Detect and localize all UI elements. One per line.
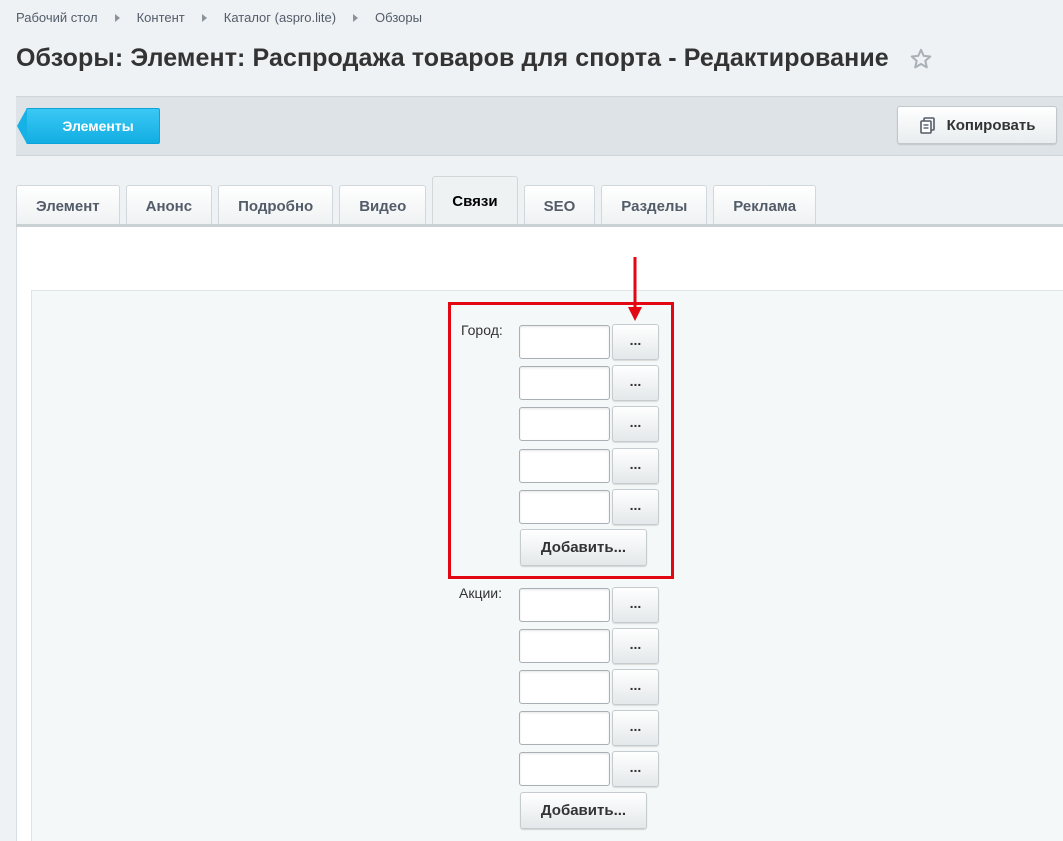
promotions-input-3[interactable] [519,670,610,704]
promotions-input-1[interactable] [519,588,610,622]
promotions-label: Акции: [459,585,503,601]
tab-video[interactable]: Видео [339,185,427,226]
promotions-pick-button-4[interactable]: ... [612,710,659,746]
promotions-row-3: ... [519,669,659,705]
highlight-box [448,302,674,579]
chevron-right-icon [201,13,207,22]
breadcrumb-item-desktop[interactable]: Рабочий стол [16,10,98,25]
back-to-elements-button[interactable]: Элементы [17,108,160,144]
breadcrumb-item-reviews[interactable]: Обзоры [375,10,422,25]
promotions-input-4[interactable] [519,711,610,745]
arrow-annotation [628,257,642,321]
tab-bar: Элемент Анонс Подробно Видео Связи SEO Р… [16,168,822,226]
copy-icon [919,117,935,134]
page-title: Обзоры: Элемент: Распродажа товаров для … [16,44,889,72]
copy-button-label: Копировать [946,116,1036,134]
tab-seo[interactable]: SEO [523,185,596,226]
title-row: Обзоры: Элемент: Распродажа товаров для … [16,44,933,73]
promotions-add-button[interactable]: Добавить... [520,792,647,829]
promotions-pick-button-2[interactable]: ... [612,628,659,664]
promotions-input-2[interactable] [519,629,610,663]
page: Рабочий стол Контент Каталог (aspro.lite… [0,0,1063,841]
star-icon[interactable] [909,47,933,71]
promotions-pick-button-5[interactable]: ... [612,751,659,787]
promotions-pick-button-3[interactable]: ... [612,669,659,705]
breadcrumb: Рабочий стол Контент Каталог (aspro.lite… [16,10,422,25]
breadcrumb-item-catalog[interactable]: Каталог (aspro.lite) [224,10,336,25]
tab-sections[interactable]: Разделы [601,185,708,226]
tab-advertising[interactable]: Реклама [713,185,817,226]
tab-announce[interactable]: Анонс [125,185,213,226]
promotions-row-5: ... [519,751,659,787]
tab-element[interactable]: Элемент [16,185,120,226]
promotions-row-2: ... [519,628,659,664]
breadcrumb-item-content[interactable]: Контент [137,10,185,25]
chevron-right-icon [353,13,359,22]
chevron-right-icon [114,13,120,22]
promotions-row-4: ... [519,710,659,746]
promotions-input-5[interactable] [519,752,610,786]
toolbar: Элементы Копировать [16,96,1063,156]
tab-details[interactable]: Подробно [218,185,334,226]
promotions-pick-button-1[interactable]: ... [612,587,659,623]
copy-button[interactable]: Копировать [897,106,1057,144]
tab-links[interactable]: Связи [432,176,518,226]
promotions-row-1: ... [519,587,659,623]
